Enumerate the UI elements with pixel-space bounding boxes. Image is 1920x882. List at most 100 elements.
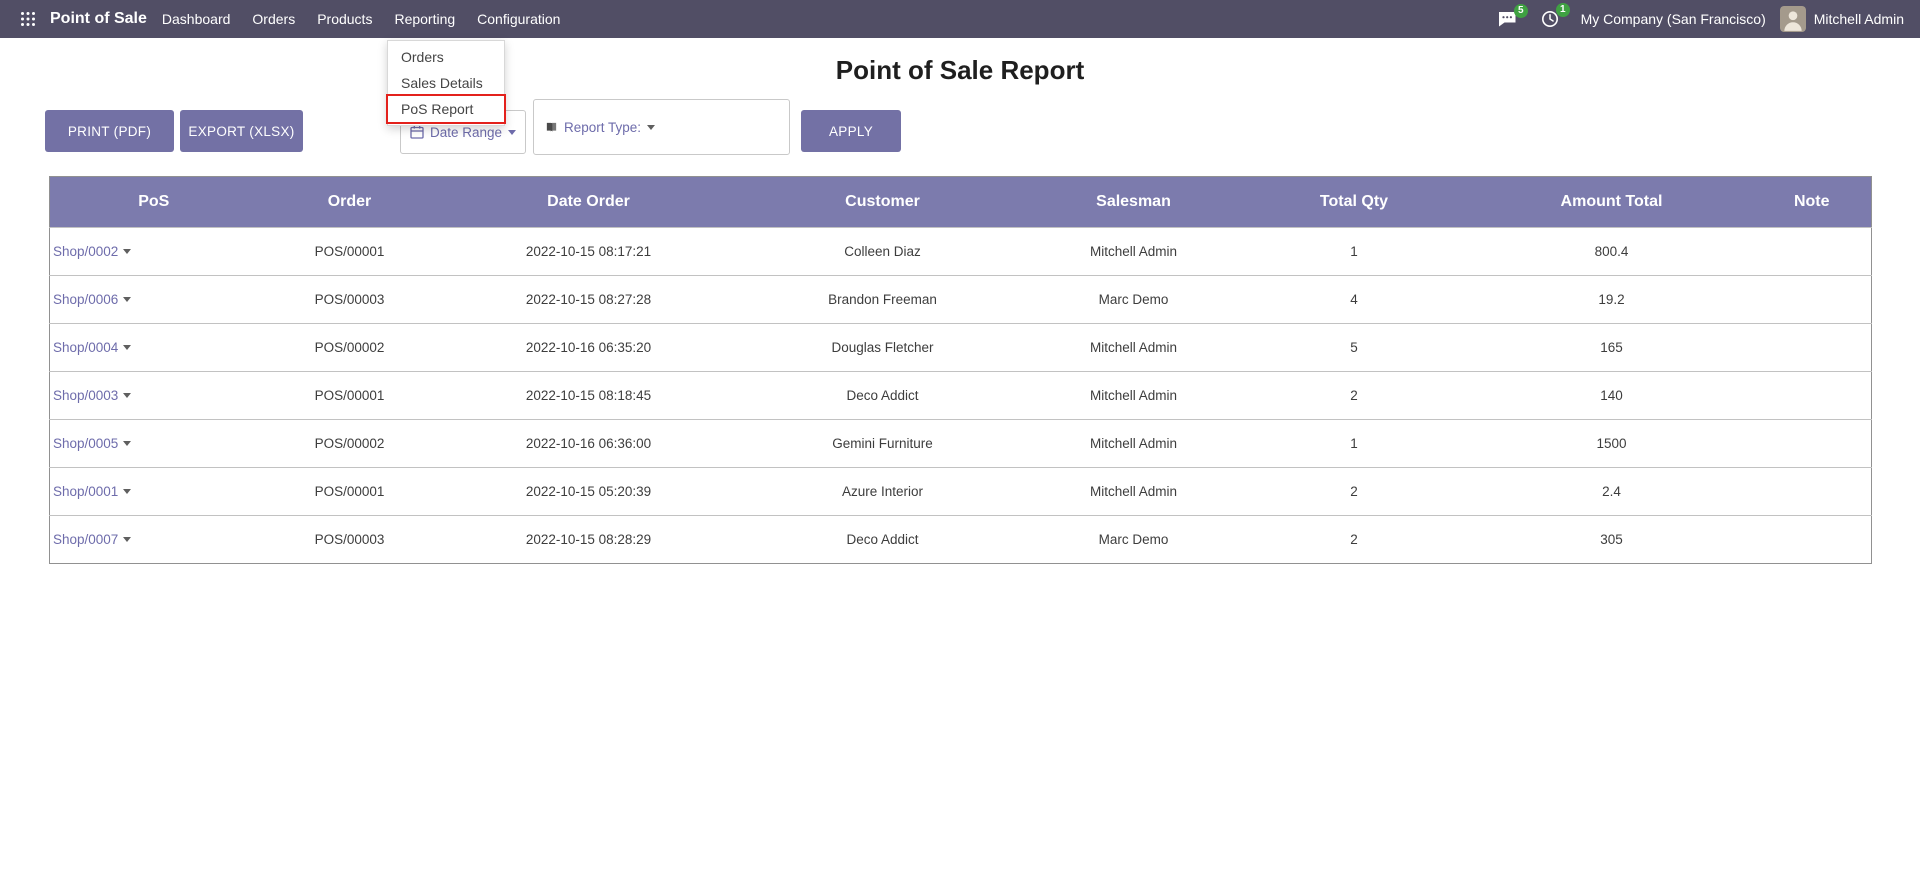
table-row: Shop/0004POS/000022022-10-16 06:35:20Dou… bbox=[50, 324, 1872, 372]
book-icon bbox=[545, 121, 558, 134]
report-table-body: Shop/0002POS/000012022-10-15 08:17:21Col… bbox=[50, 228, 1872, 564]
qty-cell: 4 bbox=[1238, 276, 1471, 324]
qty-cell: 1 bbox=[1238, 420, 1471, 468]
calendar-icon bbox=[410, 125, 424, 139]
amount-cell: 19.2 bbox=[1471, 276, 1753, 324]
messages-icon[interactable]: 5 bbox=[1486, 11, 1529, 27]
report-type-select[interactable]: Report Type: bbox=[533, 99, 790, 155]
pos-cell: Shop/0003 bbox=[50, 372, 258, 420]
user-avatar[interactable] bbox=[1780, 6, 1806, 32]
table-row: Shop/0006POS/000032022-10-15 08:27:28Bra… bbox=[50, 276, 1872, 324]
chevron-down-icon bbox=[123, 441, 131, 446]
date-cell: 2022-10-15 08:27:28 bbox=[442, 276, 736, 324]
pos-cell: Shop/0007 bbox=[50, 516, 258, 564]
note-cell bbox=[1753, 420, 1872, 468]
main-menu: Dashboard Orders Products Reporting Conf… bbox=[151, 0, 572, 38]
customer-cell: Deco Addict bbox=[736, 516, 1030, 564]
pos-cell: Shop/0002 bbox=[50, 228, 258, 276]
pos-session-link[interactable]: Shop/0005 bbox=[53, 436, 131, 451]
chevron-down-icon bbox=[123, 537, 131, 542]
qty-cell: 1 bbox=[1238, 228, 1471, 276]
note-cell bbox=[1753, 516, 1872, 564]
amount-cell: 140 bbox=[1471, 372, 1753, 420]
date-cell: 2022-10-16 06:35:20 bbox=[442, 324, 736, 372]
company-switcher[interactable]: My Company (San Francisco) bbox=[1581, 11, 1766, 27]
menu-item-orders[interactable]: Orders bbox=[388, 44, 504, 70]
pos-cell: Shop/0006 bbox=[50, 276, 258, 324]
pos-cell: Shop/0005 bbox=[50, 420, 258, 468]
chevron-down-icon bbox=[123, 297, 131, 302]
column-header-pos: PoS bbox=[50, 177, 258, 228]
pos-session-label: Shop/0002 bbox=[53, 244, 118, 259]
pos-session-label: Shop/0005 bbox=[53, 436, 118, 451]
customer-cell: Brandon Freeman bbox=[736, 276, 1030, 324]
pos-session-link[interactable]: Shop/0004 bbox=[53, 340, 131, 355]
nav-item-products[interactable]: Products bbox=[306, 0, 383, 38]
column-header-salesman: Salesman bbox=[1030, 177, 1238, 228]
export-xlsx-button[interactable]: EXPORT (XLSX) bbox=[180, 110, 303, 152]
nav-item-dashboard[interactable]: Dashboard bbox=[151, 0, 242, 38]
pos-session-link[interactable]: Shop/0006 bbox=[53, 292, 131, 307]
menu-item-sales-details[interactable]: Sales Details bbox=[388, 70, 504, 96]
date-cell: 2022-10-15 05:20:39 bbox=[442, 468, 736, 516]
qty-cell: 2 bbox=[1238, 516, 1471, 564]
app-brand[interactable]: Point of Sale bbox=[50, 10, 147, 28]
date-cell: 2022-10-15 08:28:29 bbox=[442, 516, 736, 564]
reporting-dropdown-menu: Orders Sales Details PoS Report bbox=[387, 40, 505, 126]
pos-session-label: Shop/0006 bbox=[53, 292, 118, 307]
report-type-label: Report Type: bbox=[564, 120, 641, 135]
amount-cell: 1500 bbox=[1471, 420, 1753, 468]
table-row: Shop/0001POS/000012022-10-15 05:20:39Azu… bbox=[50, 468, 1872, 516]
pos-session-link[interactable]: Shop/0001 bbox=[53, 484, 131, 499]
salesman-cell: Mitchell Admin bbox=[1030, 372, 1238, 420]
column-header-amount-total: Amount Total bbox=[1471, 177, 1753, 228]
pos-session-label: Shop/0004 bbox=[53, 340, 118, 355]
activities-icon[interactable]: 1 bbox=[1529, 10, 1571, 28]
activities-badge: 1 bbox=[1556, 3, 1570, 17]
table-header-row: PoS Order Date Order Customer Salesman T… bbox=[50, 177, 1872, 228]
top-navbar: Point of Sale Dashboard Orders Products … bbox=[0, 0, 1920, 38]
print-pdf-button[interactable]: PRINT (PDF) bbox=[45, 110, 174, 152]
chevron-down-icon bbox=[508, 130, 516, 135]
pos-session-link[interactable]: Shop/0003 bbox=[53, 388, 131, 403]
date-cell: 2022-10-16 06:36:00 bbox=[442, 420, 736, 468]
salesman-cell: Mitchell Admin bbox=[1030, 420, 1238, 468]
amount-cell: 800.4 bbox=[1471, 228, 1753, 276]
note-cell bbox=[1753, 324, 1872, 372]
amount-cell: 165 bbox=[1471, 324, 1753, 372]
page-root: Point of Sale Dashboard Orders Products … bbox=[0, 0, 1920, 882]
menu-item-pos-report[interactable]: PoS Report bbox=[388, 96, 504, 122]
nav-item-reporting[interactable]: Reporting bbox=[383, 0, 466, 38]
apps-grid-icon[interactable] bbox=[12, 11, 44, 27]
amount-cell: 305 bbox=[1471, 516, 1753, 564]
salesman-cell: Marc Demo bbox=[1030, 276, 1238, 324]
customer-cell: Colleen Diaz bbox=[736, 228, 1030, 276]
navbar-systray: 5 1 My Company (San Francisco) Mitchell … bbox=[1486, 6, 1904, 32]
order-cell: POS/00001 bbox=[258, 468, 442, 516]
pos-session-link[interactable]: Shop/0002 bbox=[53, 244, 131, 259]
salesman-cell: Mitchell Admin bbox=[1030, 324, 1238, 372]
nav-item-configuration[interactable]: Configuration bbox=[466, 0, 571, 38]
table-row: Shop/0003POS/000012022-10-15 08:18:45Dec… bbox=[50, 372, 1872, 420]
note-cell bbox=[1753, 228, 1872, 276]
column-header-order: Order bbox=[258, 177, 442, 228]
user-menu[interactable]: Mitchell Admin bbox=[1814, 11, 1904, 27]
order-cell: POS/00002 bbox=[258, 420, 442, 468]
pos-cell: Shop/0001 bbox=[50, 468, 258, 516]
nav-item-orders[interactable]: Orders bbox=[241, 0, 306, 38]
table-row: Shop/0002POS/000012022-10-15 08:17:21Col… bbox=[50, 228, 1872, 276]
salesman-cell: Mitchell Admin bbox=[1030, 468, 1238, 516]
pos-session-label: Shop/0003 bbox=[53, 388, 118, 403]
navbar-left: Point of Sale Dashboard Orders Products … bbox=[12, 0, 571, 38]
date-range-label: Date Range bbox=[430, 125, 502, 140]
pos-session-link[interactable]: Shop/0007 bbox=[53, 532, 131, 547]
column-header-total-qty: Total Qty bbox=[1238, 177, 1471, 228]
table-row: Shop/0005POS/000022022-10-16 06:36:00Gem… bbox=[50, 420, 1872, 468]
qty-cell: 2 bbox=[1238, 468, 1471, 516]
table-row: Shop/0007POS/000032022-10-15 08:28:29Dec… bbox=[50, 516, 1872, 564]
order-cell: POS/00001 bbox=[258, 228, 442, 276]
chevron-down-icon bbox=[647, 125, 655, 130]
column-header-note: Note bbox=[1753, 177, 1872, 228]
page-title: Point of Sale Report bbox=[0, 55, 1920, 86]
apply-button[interactable]: APPLY bbox=[801, 110, 901, 152]
